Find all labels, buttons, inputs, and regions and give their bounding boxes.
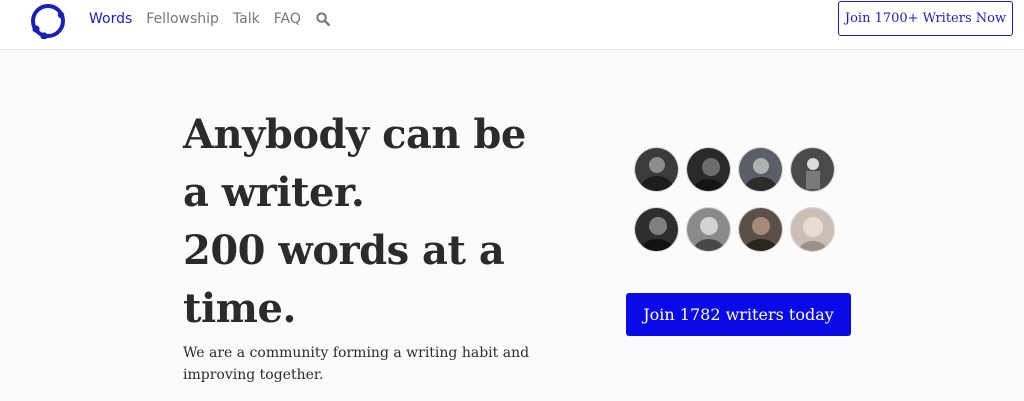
headline-line: a writer.: [183, 169, 365, 216]
headline-line: Anybody can be: [183, 111, 526, 158]
nav-talk[interactable]: Talk: [233, 11, 260, 27]
avatar[interactable]: [738, 207, 783, 252]
join-writers-today-button[interactable]: Join 1782 writers today: [626, 293, 851, 336]
headline-line: time.: [183, 285, 296, 332]
logo-icon[interactable]: [28, 3, 68, 39]
main-nav: Words Fellowship Talk FAQ: [89, 9, 330, 29]
avatar[interactable]: [634, 147, 679, 192]
search-icon[interactable]: [316, 12, 330, 26]
hero-headline: Anybody can be a writer. 200 words at a …: [183, 106, 583, 338]
avatar[interactable]: [790, 147, 835, 192]
avatar[interactable]: [686, 207, 731, 252]
avatar[interactable]: [790, 207, 835, 252]
nav-faq[interactable]: FAQ: [274, 11, 301, 27]
join-writers-button[interactable]: Join 1700+ Writers Now: [838, 1, 1013, 36]
headline-line: 200 words at a: [183, 227, 505, 274]
avatar[interactable]: [634, 207, 679, 252]
top-navigation-bar: Words Fellowship Talk FAQ Join 1700+ Wri…: [0, 0, 1024, 50]
avatar[interactable]: [686, 147, 731, 192]
hero-tagline: We are a community forming a writing hab…: [183, 345, 530, 383]
writer-avatars: [634, 147, 838, 255]
nav-words[interactable]: Words: [89, 11, 132, 27]
nav-fellowship[interactable]: Fellowship: [146, 11, 219, 27]
avatar[interactable]: [738, 147, 783, 192]
